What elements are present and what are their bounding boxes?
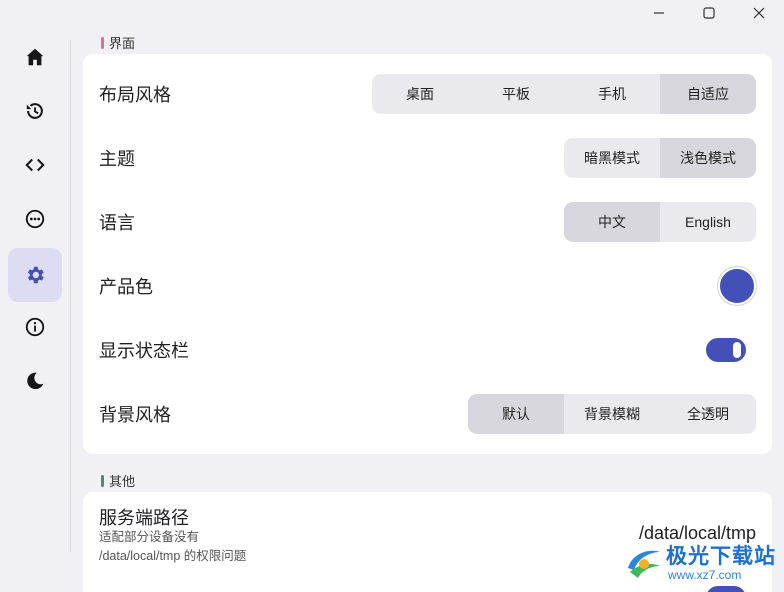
sidebar-item-code[interactable]	[8, 138, 62, 192]
history-icon	[26, 103, 43, 119]
language-segmented: 中文 English	[564, 202, 756, 242]
server-path-desc-line1: 适配部分设备没有	[99, 530, 200, 544]
product-color-row: 产品色	[83, 254, 772, 318]
sidebar-item-settings[interactable]	[8, 248, 62, 302]
section-marker	[101, 474, 104, 487]
close-icon	[753, 7, 765, 19]
moon-icon	[27, 372, 44, 390]
theme-row: 主题 暗黑模式 浅色模式	[83, 126, 772, 190]
maximize-button[interactable]	[684, 0, 734, 26]
watermark-text: 极光下载站	[666, 545, 776, 568]
theme-segmented: 暗黑模式 浅色模式	[564, 138, 756, 178]
server-path-description: 适配部分设备没有 /data/local/tmp 的权限问题	[99, 528, 246, 566]
layout-option-phone[interactable]: 手机	[564, 74, 660, 114]
layout-option-desktop[interactable]: 桌面	[372, 74, 468, 114]
background-style-label: 背景风格	[99, 405, 171, 425]
maximize-icon	[703, 7, 715, 19]
sidebar-item-info[interactable]	[8, 300, 62, 354]
background-style-segmented: 默认 背景模糊 全透明	[468, 394, 756, 434]
background-option-transparent[interactable]: 全透明	[660, 394, 756, 434]
layout-option-adaptive[interactable]: 自适应	[660, 74, 756, 114]
sidebar-item-home[interactable]	[8, 30, 62, 84]
theme-option-dark[interactable]: 暗黑模式	[564, 138, 660, 178]
language-option-chinese[interactable]: 中文	[564, 202, 660, 242]
section-title-text: 其他	[109, 474, 136, 489]
section-title-text: 界面	[109, 36, 136, 51]
toggle-knob	[733, 342, 741, 358]
minimize-icon	[654, 12, 664, 14]
product-color-swatch[interactable]	[718, 267, 756, 305]
partial-toggle[interactable]	[706, 586, 746, 592]
background-option-blur[interactable]: 背景模糊	[564, 394, 660, 434]
language-row: 语言 中文 English	[83, 190, 772, 254]
close-button[interactable]	[734, 0, 784, 26]
statusbar-label: 显示状态栏	[99, 341, 189, 361]
theme-option-light[interactable]: 浅色模式	[660, 138, 756, 178]
code-icon	[25, 158, 45, 172]
language-label: 语言	[99, 213, 135, 233]
sidebar-item-history[interactable]	[8, 84, 62, 138]
sidebar-item-more[interactable]	[8, 192, 62, 246]
sidebar-item-theme-toggle[interactable]	[8, 354, 62, 408]
window-controls	[634, 0, 784, 26]
minimize-button[interactable]	[634, 0, 684, 26]
sidebar-divider	[70, 40, 71, 552]
background-style-row: 背景风格 默认 背景模糊 全透明	[83, 382, 772, 446]
layout-style-row: 布局风格 桌面 平板 手机 自适应	[83, 62, 772, 126]
theme-label: 主题	[99, 149, 135, 169]
language-option-english[interactable]: English	[660, 202, 756, 242]
watermark-url: www.xz7.com	[668, 568, 742, 582]
product-color-label: 产品色	[99, 277, 153, 297]
watermark-logo-icon	[628, 550, 660, 578]
layout-option-tablet[interactable]: 平板	[468, 74, 564, 114]
layout-style-label: 布局风格	[99, 85, 171, 105]
background-option-default[interactable]: 默认	[468, 394, 564, 434]
watermark: 极光下载站 www.xz7.com	[624, 538, 780, 586]
section-title-other: 其他	[101, 471, 135, 490]
more-icon	[25, 209, 45, 229]
gear-icon	[27, 266, 44, 284]
section-marker	[101, 36, 104, 49]
section-title-interface: 界面	[101, 33, 135, 52]
layout-style-segmented: 桌面 平板 手机 自适应	[372, 74, 756, 114]
info-icon	[25, 317, 45, 337]
server-path-label: 服务端路径	[99, 508, 189, 528]
home-icon	[26, 48, 44, 66]
interface-card: 布局风格 桌面 平板 手机 自适应 主题 暗黑模式 浅色模式 语言 中文 Eng…	[83, 54, 772, 454]
statusbar-toggle[interactable]	[706, 338, 746, 362]
server-path-desc-line2: /data/local/tmp 的权限问题	[99, 549, 247, 563]
statusbar-row: 显示状态栏	[83, 318, 772, 382]
